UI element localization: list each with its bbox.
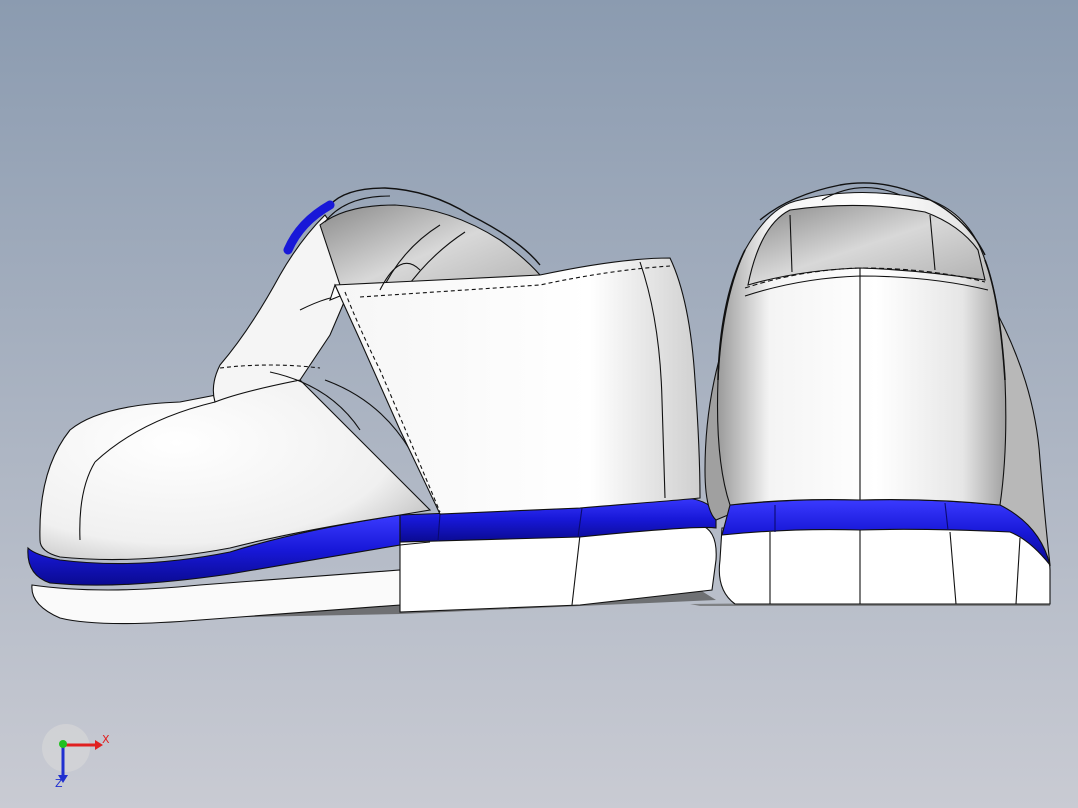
x-axis-label: X [102, 733, 110, 746]
3d-model-view[interactable] [0, 0, 1078, 808]
graphics-viewport[interactable]: X Z [0, 0, 1078, 808]
coordinate-triad: X Z [48, 728, 118, 792]
z-axis-label: Z [55, 777, 63, 790]
